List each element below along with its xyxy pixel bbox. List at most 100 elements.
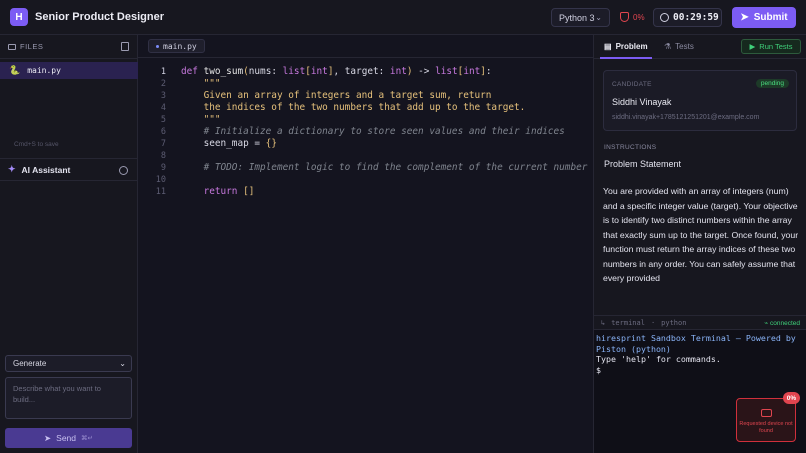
- mode-select-value: Generate: [13, 359, 47, 368]
- flask-icon: ⚗: [664, 42, 672, 51]
- device-alert: Requested device not found: [736, 398, 796, 442]
- terminal-line: Type 'help' for commands.: [596, 354, 721, 364]
- panel-tabs: ▤ Problem ⚗ Tests ▶ Run Tests: [594, 35, 806, 59]
- terminal-line: Piston (python): [596, 343, 671, 354]
- document-icon: ▤: [604, 42, 612, 51]
- language-select-value: Python 3: [559, 12, 595, 23]
- files-header: FILES: [0, 35, 138, 59]
- line-number: 6: [160, 127, 166, 137]
- tab-label: main.py: [163, 41, 197, 51]
- code-editor[interactable]: main.py 1 2 3 4 5 6 7 8 9 10 11 def two_sum(nums: …: [138, 35, 593, 453]
- alert-message: Requested device not found: [739, 421, 793, 434]
- line-number: 11: [155, 187, 166, 197]
- chevron-down-icon: ⌄: [119, 359, 126, 368]
- send-icon: ➤: [44, 432, 52, 443]
- tab-tests[interactable]: ⚗ Tests: [664, 42, 694, 51]
- line-number: 9: [160, 163, 166, 173]
- submit-label: Submit: [753, 12, 788, 23]
- shield-icon: [620, 12, 629, 22]
- file-name: main.py: [27, 66, 61, 75]
- terminal-lang: python: [661, 318, 687, 327]
- app-logo: H: [10, 8, 28, 26]
- code-content[interactable]: def two_sum(nums: list[int], target: int…: [181, 66, 591, 198]
- code-line: return []: [203, 186, 255, 197]
- run-tests-button[interactable]: ▶ Run Tests: [741, 39, 801, 54]
- code-line: """: [181, 78, 221, 89]
- files-label: FILES: [20, 42, 44, 51]
- ai-assistant-title: AI Assistant: [21, 164, 71, 175]
- tab-problem[interactable]: ▤ Problem: [604, 42, 648, 51]
- ai-prompt-input[interactable]: Describe what you want to build...: [5, 377, 132, 419]
- top-bar: H Senior Product Designer Python 3 ⌄ 0% …: [0, 0, 806, 35]
- candidate-email: siddhi.vinayak+1785121251201@example.com: [612, 114, 760, 121]
- code-line: """: [181, 114, 221, 125]
- chevron-down-icon: ⌄: [595, 13, 602, 22]
- line-number: 8: [160, 151, 166, 161]
- line-number: 7: [160, 139, 166, 149]
- code-line: the indices of the two numbers that add …: [181, 102, 526, 113]
- proctor-score: 0%: [633, 12, 645, 22]
- code-line: def two_sum(nums: list[int], target: int…: [181, 66, 492, 77]
- timer-value: 00:29:59: [673, 12, 719, 23]
- history-icon[interactable]: [119, 166, 128, 175]
- code-line: # TODO: Implement logic to find the comp…: [181, 162, 588, 173]
- terminal-icon: ↳: [601, 318, 606, 327]
- problem-description: You are provided with an array of intege…: [603, 186, 799, 283]
- save-hint: Cmd+S to save: [14, 141, 59, 148]
- alert-badge: 0%: [783, 392, 800, 404]
- language-select[interactable]: Python 3 ⌄: [551, 8, 610, 27]
- connection-status: ⌁ connected: [764, 320, 800, 327]
- modified-dot-icon: [156, 44, 159, 48]
- candidate-label: CANDIDATE: [612, 81, 652, 88]
- line-number: 4: [160, 103, 166, 113]
- mode-select[interactable]: Generate ⌄: [5, 355, 132, 372]
- connection-status-label: connected: [770, 320, 800, 327]
- sparkle-icon: ✦: [8, 164, 16, 174]
- line-number: 1: [160, 67, 166, 77]
- candidate-card: CANDIDATE pending Siddhi Vinayak siddhi.…: [603, 70, 797, 131]
- line-number: 2: [160, 79, 166, 89]
- proctor-status: 0%: [620, 12, 645, 22]
- problem-title: Problem Statement: [604, 159, 682, 169]
- instructions-label: INSTRUCTIONS: [604, 144, 657, 151]
- play-icon: ▶: [749, 42, 756, 51]
- send-label: Send: [56, 433, 77, 443]
- terminal-prompt: $: [596, 364, 601, 375]
- python-icon: 🐍: [9, 65, 21, 76]
- new-file-icon[interactable]: [121, 42, 129, 51]
- terminal-header: ↳ terminal · python ⌁ connected: [594, 315, 806, 329]
- terminal-line: hiresprint Sandbox Terminal — Powered by: [596, 333, 796, 343]
- status-badge: pending: [755, 79, 789, 88]
- line-number: 5: [160, 115, 166, 125]
- tab-main-py[interactable]: main.py: [148, 39, 205, 53]
- submit-button[interactable]: ➤ Submit: [732, 7, 796, 28]
- send-icon: ➤: [740, 12, 749, 23]
- code-line: seen_map = {}: [181, 138, 277, 149]
- send-shortcut: ⌘↵: [81, 435, 93, 442]
- line-numbers: 1 2 3 4 5 6 7 8 9 10 11: [138, 66, 166, 198]
- run-tests-label: Run Tests: [759, 42, 793, 51]
- tab-problem-label: Problem: [615, 42, 648, 51]
- line-number: 10: [155, 175, 166, 185]
- clock-icon: [660, 13, 669, 22]
- page-title: Senior Product Designer: [35, 11, 164, 23]
- line-number: 3: [160, 91, 166, 101]
- code-line: # Initialize a dictionary to store seen …: [181, 126, 565, 137]
- code-line: Given an array of integers and a target …: [181, 90, 492, 101]
- editor-tab-bar: main.py: [138, 35, 593, 58]
- separator: ·: [650, 318, 656, 327]
- send-button[interactable]: ➤ Send ⌘↵: [5, 428, 132, 448]
- ai-assistant-header: ✦ AI Assistant: [0, 158, 138, 181]
- sidebar: FILES 🐍 main.py Cmd+S to save ✦ AI Assis…: [0, 35, 138, 453]
- folder-icon: [8, 43, 16, 50]
- active-tab-indicator: [600, 57, 652, 59]
- camera-off-icon: [761, 409, 772, 417]
- problem-panel: ▤ Problem ⚗ Tests ▶ Run Tests CANDIDATE …: [593, 35, 806, 453]
- file-item-main-py[interactable]: 🐍 main.py: [0, 62, 138, 79]
- candidate-name: Siddhi Vinayak: [612, 97, 672, 107]
- timer: 00:29:59: [653, 8, 722, 27]
- tab-tests-label: Tests: [675, 42, 694, 51]
- terminal-label: terminal: [611, 318, 645, 327]
